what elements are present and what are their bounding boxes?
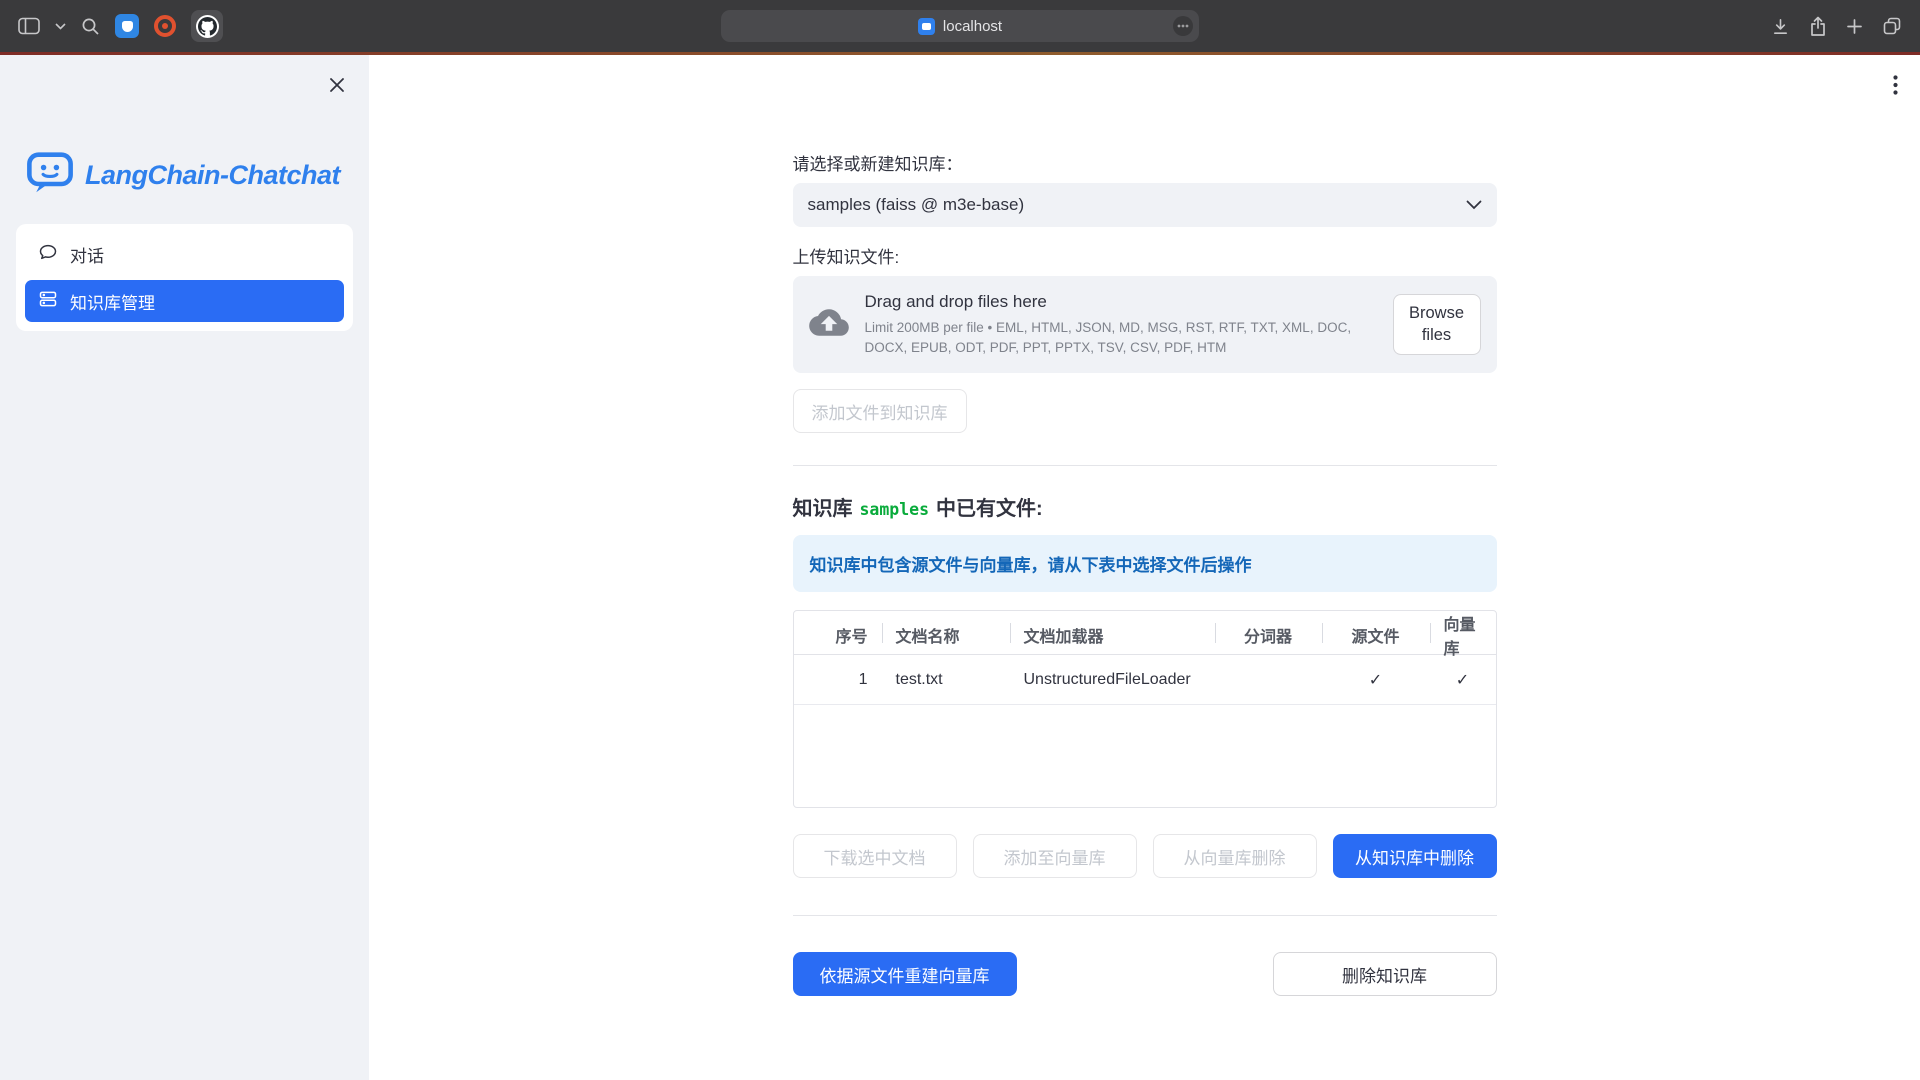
search-icon[interactable]: [81, 17, 100, 36]
share-icon[interactable]: [1809, 16, 1827, 37]
file-action-buttons: 下载选中文档 添加至向量库 从向量库删除 从知识库中删除: [793, 834, 1497, 878]
downloads-icon[interactable]: [1771, 17, 1790, 36]
app-logo: LangChain-Chatchat: [0, 55, 369, 200]
chevron-down-icon: [1466, 195, 1482, 215]
sidebar-close-icon[interactable]: [325, 73, 349, 102]
browser-window: localhost: [0, 0, 1920, 1080]
address-bar[interactable]: localhost: [721, 10, 1199, 42]
browser-toolbar: localhost: [0, 0, 1920, 52]
uploader-title: Drag and drop files here: [865, 292, 1365, 312]
sidebar: LangChain-Chatchat 对话: [0, 55, 369, 1080]
sidebar-toggle-icon[interactable]: [18, 17, 40, 35]
col-header-filename: 文档名称: [882, 611, 1010, 659]
cell-source-check: ✓: [1322, 655, 1430, 704]
page-content: 请选择或新建知识库： samples (faiss @ m3e-base) 上传…: [793, 55, 1497, 996]
logo-text: LangChain-Chatchat: [85, 160, 340, 191]
github-logo-icon: [196, 15, 219, 38]
page-options-icon[interactable]: [1173, 16, 1193, 36]
upload-label: 上传知识文件:: [793, 243, 1497, 268]
kb-files-heading: 知识库 samples 中已有文件:: [793, 492, 1497, 521]
upload-cloud-icon: [809, 306, 849, 344]
info-box: 知识库中包含源文件与向量库，请从下表中选择文件后操作: [793, 535, 1497, 592]
divider: [793, 915, 1497, 916]
col-header-loader: 文档加载器: [1010, 611, 1215, 659]
chat-icon: [38, 242, 58, 267]
files-table[interactable]: 序号 文档名称 文档加载器 分词器 源文件 向量库 1 test.txt Uns…: [793, 610, 1497, 808]
nav-label: 对话: [70, 242, 104, 267]
rebuild-vector-store-button[interactable]: 依据源文件重建向量库: [793, 952, 1017, 996]
nav-label: 知识库管理: [70, 289, 155, 314]
cell-filename: test.txt: [882, 655, 1010, 704]
app-menu-icon[interactable]: [1889, 71, 1902, 104]
chevron-down-icon[interactable]: [55, 23, 66, 30]
file-uploader-dropzone[interactable]: Drag and drop files here Limit 200MB per…: [793, 276, 1497, 373]
divider: [793, 465, 1497, 466]
uploader-limit-text: Limit 200MB per file • EML, HTML, JSON, …: [865, 318, 1365, 357]
kb-selected-value: samples (faiss @ m3e-base): [808, 195, 1025, 215]
cell-vector-check: ✓: [1430, 655, 1496, 704]
heading-suffix: 中已有文件:: [936, 492, 1043, 521]
col-header-splitter: 分词器: [1215, 611, 1322, 659]
knowledge-base-icon: [38, 289, 58, 314]
sidebar-item-chat[interactable]: 对话: [25, 233, 344, 275]
sidebar-item-knowledge-base[interactable]: 知识库管理: [25, 280, 344, 322]
extension-record-icon[interactable]: [154, 15, 176, 37]
add-files-button[interactable]: 添加文件到知识库: [793, 389, 967, 433]
browse-files-button[interactable]: Browse files: [1393, 294, 1481, 356]
new-tab-icon[interactable]: [1846, 18, 1863, 35]
col-header-index: 序号: [794, 611, 882, 659]
kb-select-label: 请选择或新建知识库：: [793, 150, 1497, 175]
kb-selectbox[interactable]: samples (faiss @ m3e-base): [793, 183, 1497, 227]
url-text: localhost: [943, 18, 1002, 35]
tab-overview-icon[interactable]: [1882, 16, 1902, 36]
delete-kb-button[interactable]: 删除知识库: [1273, 952, 1497, 996]
extension-blue-icon[interactable]: [115, 14, 139, 38]
heading-prefix: 知识库: [793, 492, 853, 521]
download-selected-button[interactable]: 下载选中文档: [793, 834, 957, 878]
cell-loader: UnstructuredFileLoader: [1010, 655, 1215, 704]
site-favicon: [918, 18, 935, 35]
col-header-source: 源文件: [1322, 611, 1430, 659]
kb-action-buttons: 依据源文件重建向量库 删除知识库: [793, 952, 1497, 996]
remove-from-vector-button[interactable]: 从向量库删除: [1153, 834, 1317, 878]
cell-index: 1: [794, 655, 882, 704]
col-header-vector: 向量库: [1430, 611, 1496, 659]
github-extension-icon[interactable]: [191, 10, 223, 42]
delete-from-kb-button[interactable]: 从知识库中删除: [1333, 834, 1497, 878]
add-to-vector-button[interactable]: 添加至向量库: [973, 834, 1137, 878]
sidebar-nav: 对话 知识库管理: [16, 224, 353, 331]
table-row[interactable]: 1 test.txt UnstructuredFileLoader ✓ ✓: [794, 655, 1496, 705]
logo-chat-icon: [26, 151, 74, 200]
cell-splitter: [1215, 655, 1322, 704]
main-content: 请选择或新建知识库： samples (faiss @ m3e-base) 上传…: [369, 55, 1920, 1080]
table-header-row: 序号 文档名称 文档加载器 分词器 源文件 向量库: [794, 611, 1496, 655]
kb-name-code: samples: [860, 500, 930, 519]
